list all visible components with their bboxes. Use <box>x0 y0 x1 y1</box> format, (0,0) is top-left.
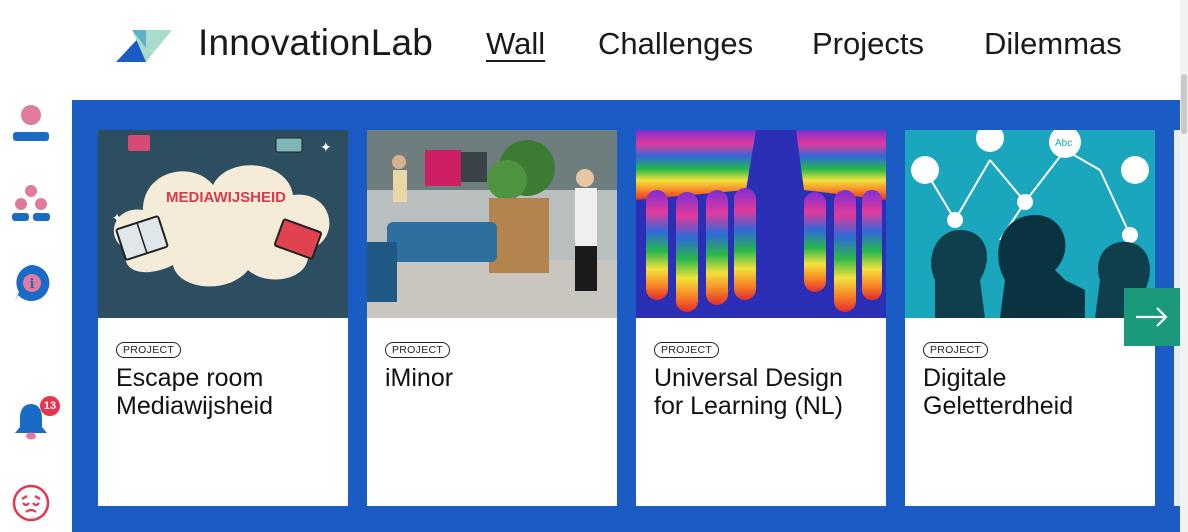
project-tag: PROJECT <box>654 342 720 358</box>
carousel-next-button[interactable] <box>1124 288 1180 346</box>
image-text: MEDIAWIJSHEID <box>166 189 286 206</box>
project-tag: PROJECT <box>385 342 451 358</box>
svg-text:✦: ✦ <box>112 211 122 225</box>
scrollbar-thumb[interactable] <box>1181 74 1187 134</box>
user-icon[interactable] <box>10 102 52 144</box>
image-text: Abc <box>1055 138 1072 149</box>
svg-text:i: i <box>30 277 35 292</box>
project-card-universal-design[interactable]: PROJECT Universal Design for Learning (N… <box>636 130 886 506</box>
project-tag: PROJECT <box>116 342 182 358</box>
arrow-right-icon <box>1136 307 1168 327</box>
project-card-escape-room[interactable]: MEDIAWIJSHEID ✦ ✦ PROJECT Escape room Me… <box>98 130 348 506</box>
nav-projects[interactable]: Projects <box>812 26 924 62</box>
iminor-photo <box>367 130 617 318</box>
rainbow-hands-photo <box>636 130 886 318</box>
nav-challenges[interactable]: Challenges <box>598 26 753 62</box>
svg-text:✦: ✦ <box>320 140 332 156</box>
notification-badge: 13 <box>40 396 60 416</box>
card-title: Universal Design for Learning (NL) <box>654 364 843 420</box>
nav-dilemmas[interactable]: Dilemmas <box>984 26 1122 62</box>
nav-wall[interactable]: Wall <box>486 26 545 62</box>
mediawijsheid-illustration: MEDIAWIJSHEID ✦ ✦ <box>98 130 348 318</box>
project-wall: MEDIAWIJSHEID ✦ ✦ PROJECT Escape room Me… <box>72 100 1180 532</box>
info-icon[interactable]: i <box>10 262 52 304</box>
group-icon[interactable] <box>10 182 52 224</box>
digital-literacy-illustration: Abc <box>905 130 1155 318</box>
card-title: Digitale Geletterdheid <box>923 364 1074 420</box>
project-tag: PROJECT <box>923 342 989 358</box>
innovationlab-logo[interactable] <box>112 28 174 64</box>
project-card-digitale-geletterdheid[interactable]: Abc PROJECT Digitale Geletterdheid <box>905 130 1155 506</box>
top-header: InnovationLab Wall Challenges Projects D… <box>0 0 1188 95</box>
feedback-face-icon[interactable] <box>10 482 52 524</box>
card-title: iMinor <box>385 364 454 392</box>
brand-name[interactable]: InnovationLab <box>198 22 433 64</box>
card-title: Escape room Mediawijsheid <box>116 364 274 420</box>
project-card-iminor[interactable]: PROJECT iMinor <box>367 130 617 506</box>
